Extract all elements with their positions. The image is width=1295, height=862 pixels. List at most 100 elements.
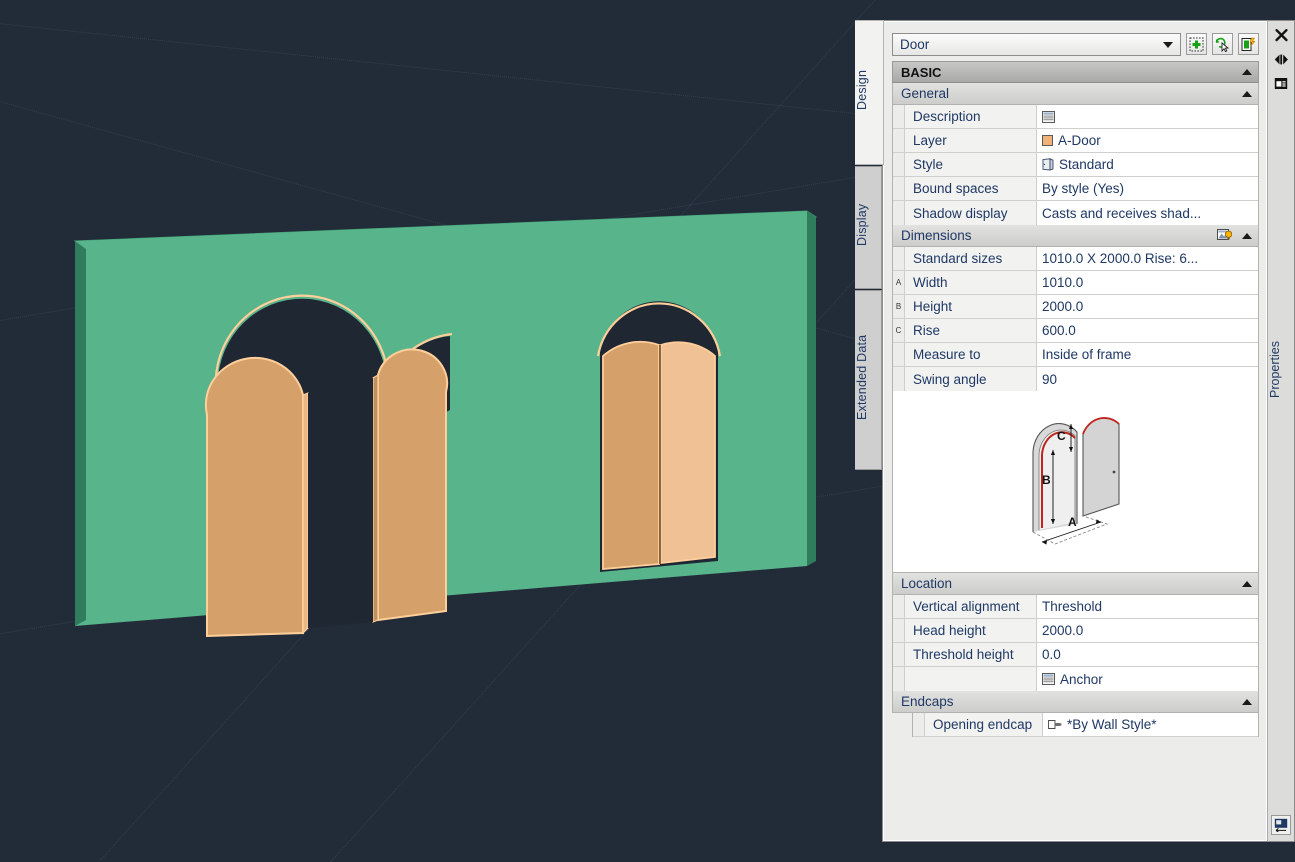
table-row[interactable]: Bound spaces By style (Yes): [893, 177, 1258, 201]
property-value-style[interactable]: Standard: [1037, 153, 1258, 176]
application-window: Design Display Extended Data Door BASIC …: [0, 0, 1295, 862]
row-marker: [893, 177, 905, 200]
property-name: Swing angle: [905, 367, 1037, 391]
table-row[interactable]: Style Standard: [893, 153, 1258, 177]
row-marker: [893, 367, 905, 391]
property-value-text: Casts and receives shad...: [1042, 205, 1202, 221]
general-rows: Description Layer A-Door Style Standard …: [892, 105, 1259, 225]
row-marker: [893, 667, 905, 691]
property-value-rise[interactable]: 600.0: [1037, 319, 1258, 342]
row-marker: [893, 129, 905, 152]
section-title-dimensions: Dimensions: [901, 228, 972, 243]
object-type-value: Door: [900, 36, 930, 52]
table-row[interactable]: Opening endcap *By Wall Style*: [913, 713, 1258, 737]
table-row[interactable]: B Height 2000.0: [893, 295, 1258, 319]
tab-extended-data[interactable]: Extended Data: [855, 290, 882, 470]
section-title-location: Location: [901, 576, 953, 591]
property-name: Opening endcap: [925, 713, 1043, 736]
object-type-combobox[interactable]: Door: [892, 32, 1181, 56]
image-preview-icon: [1217, 229, 1232, 240]
property-value-opening-endcap[interactable]: *By Wall Style*: [1043, 713, 1258, 736]
table-row[interactable]: Standard sizes 1010.0 X 2000.0 Rise: 6..…: [893, 247, 1258, 271]
property-name: Layer: [905, 129, 1037, 152]
location-rows: Vertical alignment Threshold Head height…: [892, 595, 1259, 691]
select-objects-button[interactable]: [1212, 33, 1233, 55]
property-value-bound-spaces[interactable]: By style (Yes): [1037, 177, 1258, 200]
dock-button[interactable]: [1271, 815, 1291, 835]
section-title-basic: BASIC: [901, 64, 942, 80]
property-value-layer[interactable]: A-Door: [1037, 129, 1258, 152]
palette-right-rail: Properties: [1267, 20, 1295, 842]
select-objects-icon: [1215, 37, 1230, 52]
row-marker: [893, 201, 905, 225]
endcap-rows: Opening endcap *By Wall Style*: [912, 713, 1259, 737]
dock-icon: [1274, 818, 1288, 832]
section-header-endcaps[interactable]: Endcaps: [892, 691, 1259, 713]
property-value-swing-angle[interactable]: 90: [1037, 367, 1258, 391]
table-row[interactable]: Swing angle 90: [893, 367, 1258, 391]
collapse-arrow-icon[interactable]: [1242, 580, 1252, 587]
table-row[interactable]: Measure to Inside of frame: [893, 343, 1258, 367]
properties-palette: Design Display Extended Data Door BASIC …: [855, 20, 1295, 842]
row-marker: [893, 153, 905, 176]
table-row[interactable]: Shadow display Casts and receives shad..…: [893, 201, 1258, 225]
property-name: Vertical alignment: [905, 595, 1037, 618]
property-name: Standard sizes: [905, 247, 1037, 270]
section-title-general: General: [901, 86, 950, 101]
collapse-arrow-icon[interactable]: [1242, 698, 1252, 705]
table-row[interactable]: Layer A-Door: [893, 129, 1258, 153]
table-row[interactable]: C Rise 600.0: [893, 319, 1258, 343]
row-marker: [913, 713, 925, 736]
table-row[interactable]: A Width 1010.0: [893, 271, 1258, 295]
close-icon: [1274, 28, 1288, 41]
collapse-arrow-icon[interactable]: [1242, 232, 1252, 239]
table-row[interactable]: Head height 2000.0: [893, 619, 1258, 643]
property-list[interactable]: BASIC General Description Layer A-Door S…: [892, 61, 1259, 834]
property-value-vertical-alignment[interactable]: Threshold: [1037, 595, 1258, 618]
property-value-description[interactable]: [1037, 105, 1258, 128]
tab-design[interactable]: Design: [855, 20, 884, 165]
property-value-text: 2000.0: [1042, 623, 1084, 638]
auto-hide-button[interactable]: [1270, 49, 1292, 69]
tab-display[interactable]: Display: [855, 166, 882, 289]
property-name: Threshold height: [905, 643, 1037, 666]
property-name: Bound spaces: [905, 177, 1037, 200]
close-button[interactable]: [1270, 25, 1292, 45]
property-value-text: 0.0: [1042, 647, 1061, 662]
property-value-width[interactable]: 1010.0: [1037, 271, 1258, 294]
diagram-label-a: A: [1068, 515, 1077, 529]
section-header-location[interactable]: Location: [892, 573, 1259, 595]
property-name: Height: [905, 295, 1037, 318]
property-value-measure-to[interactable]: Inside of frame: [1037, 343, 1258, 366]
collapse-arrow-icon[interactable]: [1242, 90, 1252, 97]
property-value-head-height[interactable]: 2000.0: [1037, 619, 1258, 642]
table-row[interactable]: Anchor: [893, 667, 1258, 691]
row-marker-b: B: [893, 295, 905, 318]
section-header-general[interactable]: General: [892, 83, 1259, 105]
quick-select-button[interactable]: [1186, 33, 1207, 55]
section-header-basic[interactable]: BASIC: [892, 61, 1259, 83]
property-value-height[interactable]: 2000.0: [1037, 295, 1258, 318]
preview-toggle-button[interactable]: [1217, 229, 1232, 242]
property-value-shadow-display[interactable]: Casts and receives shad...: [1037, 201, 1258, 225]
property-value-threshold-height[interactable]: 0.0: [1037, 643, 1258, 666]
section-title-endcaps: Endcaps: [901, 694, 954, 709]
property-value-anchor[interactable]: Anchor: [1037, 667, 1258, 691]
table-row[interactable]: Vertical alignment Threshold: [893, 595, 1258, 619]
property-value-text: *By Wall Style*: [1067, 717, 1157, 732]
section-header-dimensions[interactable]: Dimensions: [892, 225, 1259, 247]
palette-tab-strip: Design Display Extended Data: [855, 20, 884, 470]
quick-properties-button[interactable]: [1238, 33, 1259, 55]
palette-menu-button[interactable]: [1270, 73, 1292, 93]
palette-toolbar: Door: [892, 29, 1259, 59]
table-row[interactable]: Description: [893, 105, 1258, 129]
collapse-arrow-icon[interactable]: [1242, 69, 1252, 75]
row-marker: [893, 247, 905, 270]
dimension-rows: Standard sizes 1010.0 X 2000.0 Rise: 6..…: [892, 247, 1259, 391]
property-value-text: By style (Yes): [1042, 181, 1125, 196]
property-value-standard-sizes[interactable]: 1010.0 X 2000.0 Rise: 6...: [1037, 247, 1258, 270]
diagram-label-c: C: [1057, 429, 1066, 443]
property-value-text: Standard: [1059, 157, 1114, 172]
table-row[interactable]: Threshold height 0.0: [893, 643, 1258, 667]
palette-title: Properties: [1268, 341, 1282, 398]
